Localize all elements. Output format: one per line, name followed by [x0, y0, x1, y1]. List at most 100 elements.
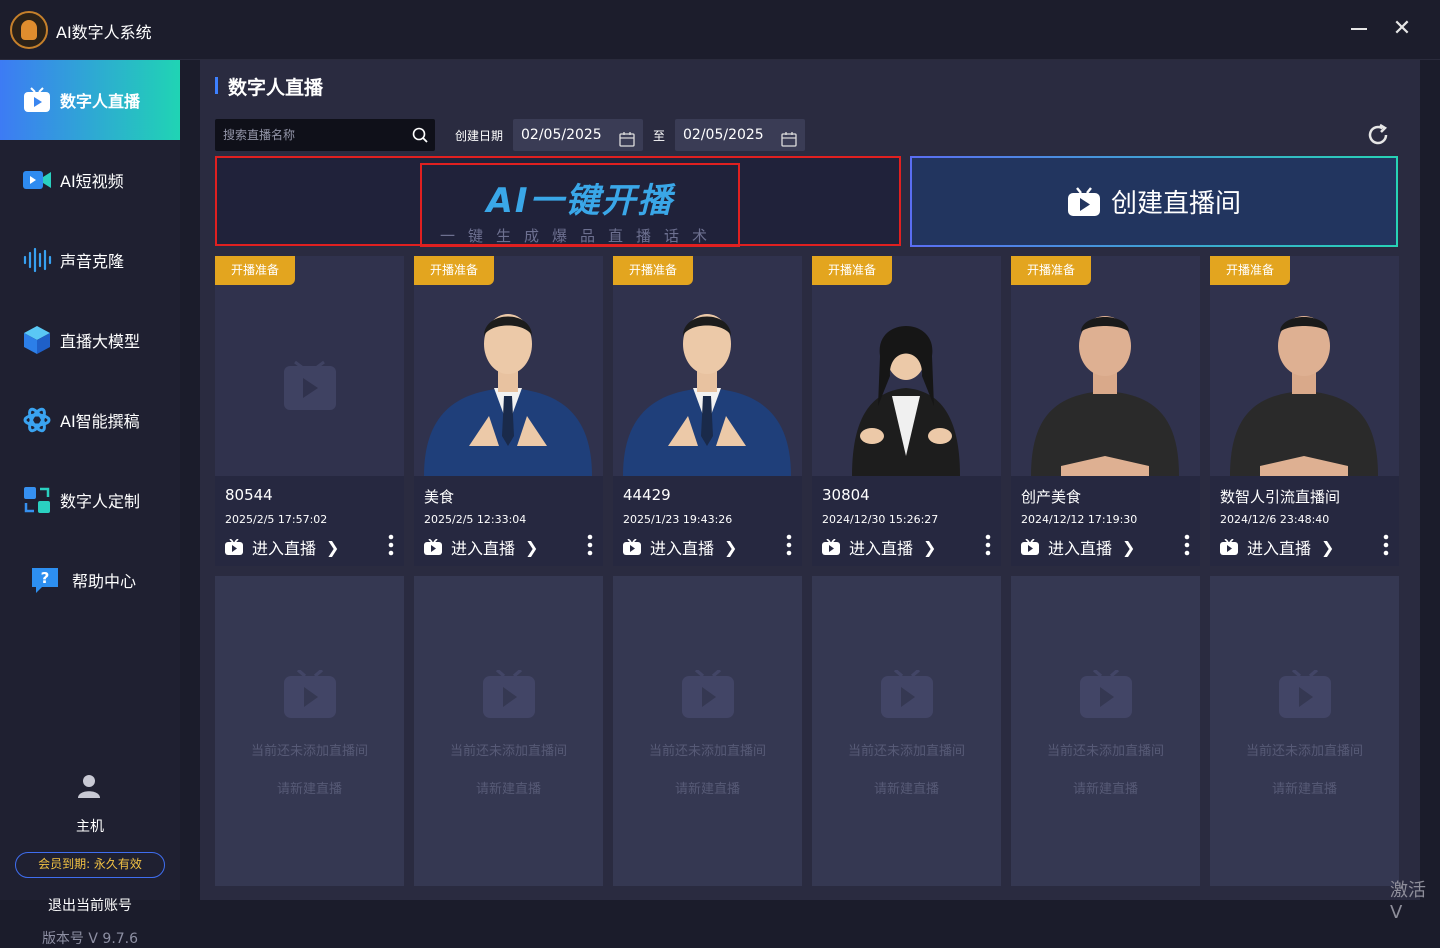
sidebar-item-label: AI短视频 — [60, 172, 124, 191]
empty-message: 当前还未添加直播间 — [449, 744, 567, 759]
title-bar: AI数字人系统 ✕ — [0, 0, 1440, 60]
enter-live-label: 进入直播 — [451, 539, 516, 558]
sidebar: 数字人直播 AI短视频 声音克隆 直播大模型 AI智能撰稿 数字人定制 ? 帮助… — [0, 60, 180, 947]
ai-banner-title: AI一键开播 — [486, 181, 674, 221]
sidebar-item-digital-live[interactable]: 数字人直播 — [0, 60, 180, 140]
search-input[interactable] — [215, 119, 405, 151]
calendar-icon[interactable] — [781, 127, 797, 147]
user-name: 主机 — [76, 819, 104, 835]
live-tv-icon — [1021, 538, 1039, 555]
sidebar-item-live-model[interactable]: 直播大模型 — [0, 300, 180, 380]
enter-live-button[interactable]: 进入直播 ❯ — [424, 535, 538, 559]
sidebar-item-label: 声音克隆 — [60, 252, 125, 271]
enter-live-label: 进入直播 — [1247, 539, 1312, 558]
chevron-right-icon: ❯ — [525, 537, 539, 557]
sidebar-item-custom[interactable]: 数字人定制 — [0, 460, 180, 540]
room-card[interactable]: 开播准备创产美食 2024/12/12 17:19:30 进入直播 ❯ — [1011, 256, 1200, 566]
room-name: 美食 — [424, 488, 455, 506]
search-icon[interactable] — [412, 127, 428, 143]
more-options-icon[interactable] — [983, 534, 993, 556]
avatar-thumbnail — [414, 296, 603, 476]
live-tv-icon — [225, 538, 243, 555]
ai-oneclick-banner[interactable]: AI一键开播 一键生成爆品直播话术 — [215, 156, 901, 247]
date-from-value: 02/05/2025 — [521, 127, 602, 143]
sidebar-item-ai-video[interactable]: AI短视频 — [0, 140, 180, 220]
sidebar-item-label: AI智能撰稿 — [60, 412, 140, 431]
empty-message: 当前还未添加直播间 — [1046, 744, 1164, 759]
enter-live-label: 进入直播 — [849, 539, 914, 558]
enter-live-button[interactable]: 进入直播 ❯ — [822, 535, 936, 559]
empty-message: 当前还未添加直播间 — [648, 744, 766, 759]
help-chat-icon: ? — [30, 565, 60, 595]
live-tv-icon — [22, 85, 52, 115]
room-info: 80544 2025/2/5 17:57:02 进入直播 ❯ — [215, 476, 404, 566]
room-name: 30804 — [822, 486, 870, 504]
room-card[interactable]: 开播准备 美食 2025/2/5 12:33:04 进入直播 ❯ — [414, 256, 603, 566]
membership-text: 会员到期: 永久有效 — [38, 857, 142, 871]
empty-hint: 请新建直播 — [276, 782, 342, 797]
room-card[interactable]: 开播准备 44429 2025/1/23 19:43:26 进入直播 ❯ — [613, 256, 802, 566]
enter-live-button[interactable]: 进入直播 ❯ — [225, 535, 339, 559]
more-options-icon[interactable] — [1381, 534, 1391, 556]
date-from-field[interactable]: 02/05/2025 — [513, 119, 643, 151]
more-options-icon[interactable] — [585, 534, 595, 556]
empty-room-slot: 当前还未添加直播间 请新建直播 — [613, 576, 802, 886]
tv-placeholder-icon — [483, 668, 535, 718]
live-tv-icon — [822, 538, 840, 555]
ai-banner-highlight: AI一键开播 一键生成爆品直播话术 — [420, 163, 740, 247]
app-logo — [10, 11, 48, 49]
user-icon — [78, 774, 100, 798]
minimize-button[interactable] — [1351, 28, 1367, 30]
refresh-icon[interactable] — [1366, 123, 1390, 147]
logout-link[interactable]: 退出当前账号 — [0, 895, 180, 915]
avatar-thumbnail — [215, 296, 404, 476]
room-card[interactable]: 开播准备 30804 2024/12/30 15:26:27 进入直播 ❯ — [812, 256, 1001, 566]
room-info: 美食 2025/2/5 12:33:04 进入直播 ❯ — [414, 476, 603, 566]
membership-badge: 会员到期: 永久有效 — [15, 852, 165, 878]
ai-banner-subtitle: 一键生成爆品直播话术 — [439, 227, 720, 245]
room-date: 2024/12/12 17:19:30 — [1021, 513, 1138, 526]
version-label: 版本号 V 9.7.6 — [41, 931, 139, 947]
status-badge: 开播准备 — [1011, 256, 1091, 285]
empty-message: 当前还未添加直播间 — [1245, 744, 1363, 759]
sidebar-item-label: 数字人定制 — [60, 492, 141, 511]
svg-text:?: ? — [41, 569, 50, 587]
more-options-icon[interactable] — [1182, 534, 1192, 556]
calendar-icon[interactable] — [619, 127, 635, 147]
app-title: AI数字人系统 — [56, 23, 152, 42]
live-tv-icon — [1220, 538, 1238, 555]
title-accent — [215, 77, 218, 94]
room-info: 数智人引流直播间 2024/12/6 23:48:40 进入直播 ❯ — [1210, 476, 1399, 566]
sidebar-item-help[interactable]: ? 帮助中心 — [0, 540, 180, 620]
sidebar-item-ai-writing[interactable]: AI智能撰稿 — [0, 380, 180, 460]
search-box — [215, 119, 435, 151]
more-options-icon[interactable] — [386, 534, 396, 556]
date-to-value: 02/05/2025 — [683, 127, 764, 143]
sidebar-item-label: 帮助中心 — [72, 572, 137, 591]
empty-hint: 请新建直播 — [873, 782, 939, 797]
close-button[interactable]: ✕ — [1392, 18, 1412, 40]
avatar-thumbnail — [812, 296, 1001, 476]
room-card[interactable]: 开播准备 80544 2025/2/5 17:57:02 进入直播 ❯ — [215, 256, 404, 566]
enter-live-label: 进入直播 — [252, 539, 317, 558]
empty-hint: 请新建直播 — [1072, 782, 1138, 797]
sidebar-item-voice-clone[interactable]: 声音克隆 — [0, 220, 180, 300]
chevron-right-icon: ❯ — [923, 537, 937, 557]
chevron-right-icon: ❯ — [724, 537, 738, 557]
enter-live-button[interactable]: 进入直播 ❯ — [623, 535, 737, 559]
create-room-label: 创建直播间 — [1110, 189, 1241, 219]
custom-swap-icon — [22, 485, 52, 515]
enter-live-label: 进入直播 — [1048, 539, 1113, 558]
empty-room-slot: 当前还未添加直播间 请新建直播 — [414, 576, 603, 886]
status-badge: 开播准备 — [414, 256, 494, 285]
enter-live-button[interactable]: 进入直播 ❯ — [1220, 535, 1334, 559]
status-badge: 开播准备 — [1210, 256, 1290, 285]
enter-live-button[interactable]: 进入直播 ❯ — [1021, 535, 1135, 559]
more-options-icon[interactable] — [784, 534, 794, 556]
room-info: 44429 2025/1/23 19:43:26 进入直播 ❯ — [613, 476, 802, 566]
room-card[interactable]: 开播准备数智人引流直播间 2024/12/6 23:48:40 进入直播 ❯ — [1210, 256, 1399, 566]
room-name: 创产美食 — [1021, 488, 1082, 506]
create-room-button[interactable]: 创建直播间 — [910, 156, 1398, 247]
date-to-field[interactable]: 02/05/2025 — [675, 119, 805, 151]
empty-message: 当前还未添加直播间 — [847, 744, 965, 759]
